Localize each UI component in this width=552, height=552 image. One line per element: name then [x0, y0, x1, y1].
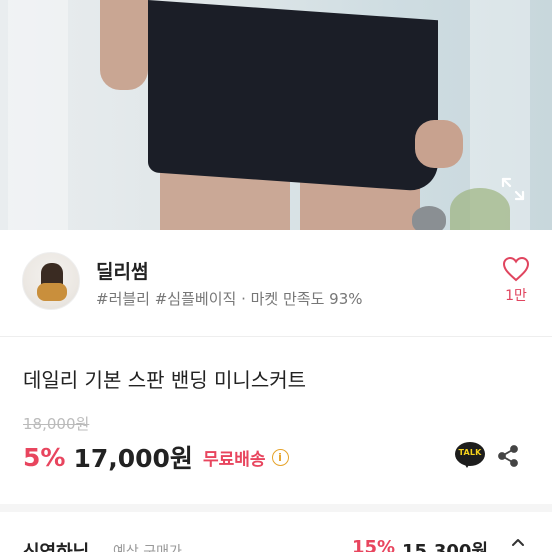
- expected-price-label: 예상 구매가: [113, 544, 182, 552]
- like-count: 1만: [505, 288, 527, 304]
- model-hand: [415, 120, 463, 168]
- discount-rate: 5%: [23, 442, 66, 472]
- expected-price: 15,300원: [402, 541, 489, 552]
- free-shipping-label: 무료배송: [202, 449, 266, 470]
- original-price: 18,000원: [23, 415, 90, 433]
- chevron-up-icon[interactable]: [510, 534, 526, 550]
- info-icon[interactable]: i: [271, 448, 289, 466]
- expected-price-row[interactable]: 신영하님 예상 구매가 15% 15,300원: [0, 512, 552, 552]
- share-icon[interactable]: [496, 444, 520, 468]
- seller-tags: #러블리 #심플베이직 · 마켓 만족도 93%: [96, 290, 363, 308]
- user-name: 신영하님: [23, 538, 89, 552]
- seller-name[interactable]: 딜리썸: [96, 257, 148, 284]
- sale-price: 17,000원: [73, 444, 193, 473]
- product-title: 데일리 기본 스판 밴딩 미니스커트: [23, 368, 307, 392]
- avatar-figure-shirt: [37, 283, 67, 301]
- section-divider: [0, 504, 552, 512]
- model-arm: [100, 0, 148, 90]
- seller-avatar[interactable]: [22, 252, 80, 310]
- vase: [412, 206, 446, 230]
- price-row: 5% 17,000원 무료배송 i: [23, 440, 289, 474]
- expand-icon[interactable]: [500, 176, 526, 202]
- kakao-talk-button[interactable]: TALK: [455, 442, 485, 470]
- product-image[interactable]: [0, 0, 552, 230]
- seller-section: [0, 230, 552, 336]
- divider: [0, 336, 552, 337]
- talk-bubble-tail: [462, 460, 472, 468]
- skirt: [148, 0, 438, 193]
- background-wall: [8, 0, 68, 230]
- heart-outline-icon[interactable]: [502, 256, 530, 282]
- expected-discount: 15%: [352, 537, 396, 552]
- talk-label: TALK: [458, 448, 482, 457]
